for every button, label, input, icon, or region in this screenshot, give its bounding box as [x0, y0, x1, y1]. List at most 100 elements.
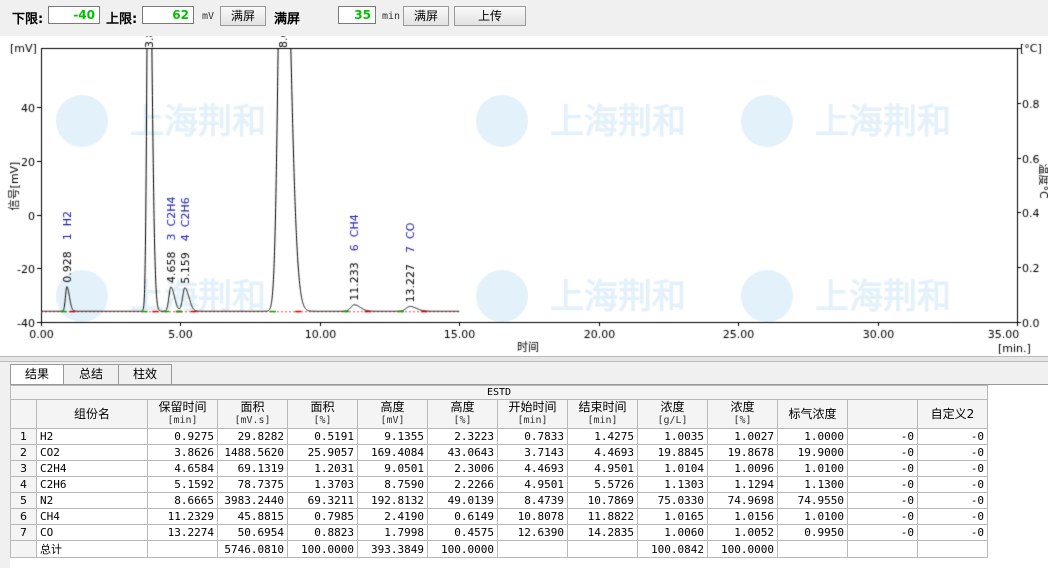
table-cell[interactable]: 1.0052 — [707, 524, 778, 541]
table-cell[interactable]: 1.0104 — [637, 460, 708, 477]
table-cell[interactable]: 1.0060 — [637, 524, 708, 541]
table-cell[interactable]: 25.9057 — [287, 444, 358, 461]
component-name-cell[interactable]: CO2 — [36, 444, 148, 461]
table-cell[interactable]: 43.0643 — [427, 444, 498, 461]
fullscreen-x-button[interactable]: 满屏 — [403, 6, 449, 26]
table-cell[interactable]: -0 — [917, 524, 988, 541]
table-cell[interactable]: 10.8078 — [497, 508, 568, 525]
table-cell[interactable]: 0.7833 — [497, 428, 568, 445]
upper-limit-input[interactable]: 62 — [142, 6, 194, 24]
total-cell[interactable]: 100.0000 — [427, 540, 498, 558]
table-cell[interactable]: 0.4575 — [427, 524, 498, 541]
table-cell[interactable]: 11.2329 — [147, 508, 218, 525]
chromatogram-chart[interactable] — [0, 36, 1048, 356]
column-header[interactable]: 组份名 — [36, 399, 148, 429]
table-cell[interactable]: 12.6390 — [497, 524, 568, 541]
table-cell[interactable]: 29.8282 — [217, 428, 288, 445]
table-cell[interactable]: -0 — [847, 524, 918, 541]
table-cell[interactable]: -0 — [847, 444, 918, 461]
table-cell[interactable]: 4.4693 — [497, 460, 568, 477]
table-cell[interactable]: 1.0027 — [707, 428, 778, 445]
table-cell[interactable]: -0 — [917, 460, 988, 477]
table-cell[interactable]: 2.3006 — [427, 460, 498, 477]
column-header[interactable]: 高度 [mV] — [357, 399, 428, 429]
total-cell[interactable]: 100.0000 — [287, 540, 358, 558]
table-cell[interactable]: 8.4739 — [497, 492, 568, 509]
table-cell[interactable]: 0.9275 — [147, 428, 218, 445]
table-cell[interactable]: 3983.2440 — [217, 492, 288, 509]
table-row[interactable]: 6 CH4 11.2329 45.8815 0.7985 2.4190 0.6149 10.8… — [10, 508, 988, 525]
table-cell[interactable]: 50.6954 — [217, 524, 288, 541]
table-cell[interactable]: 78.7375 — [217, 476, 288, 493]
table-cell[interactable]: 1.7998 — [357, 524, 428, 541]
component-name-cell[interactable]: C2H6 — [36, 476, 148, 493]
total-cell[interactable] — [917, 540, 988, 558]
table-cell[interactable]: 4.6584 — [147, 460, 218, 477]
column-header[interactable]: 面积 [mV.s] — [217, 399, 288, 429]
column-header[interactable]: 浓度 [g/L] — [637, 399, 708, 429]
table-cell[interactable]: 192.8132 — [357, 492, 428, 509]
column-header[interactable]: 保留时间 [min] — [147, 399, 218, 429]
table-cell[interactable]: 0.9950 — [777, 524, 848, 541]
table-row[interactable]: 5 N2 8.6665 3983.2440 69.3211 192.8132 49.0139… — [10, 492, 988, 509]
table-cell[interactable]: -0 — [917, 508, 988, 525]
total-cell[interactable] — [497, 540, 568, 558]
table-cell[interactable]: 3.8626 — [147, 444, 218, 461]
total-label[interactable]: 总计 — [36, 540, 148, 558]
table-cell[interactable]: 69.1319 — [217, 460, 288, 477]
component-name-cell[interactable]: CO — [36, 524, 148, 541]
table-cell[interactable]: 1.1303 — [637, 476, 708, 493]
component-name-cell[interactable]: N2 — [36, 492, 148, 509]
table-cell[interactable]: -0 — [847, 492, 918, 509]
tab-results[interactable]: 结果 — [10, 364, 64, 386]
table-cell[interactable]: 1488.5620 — [217, 444, 288, 461]
table-cell[interactable]: 4.9501 — [497, 476, 568, 493]
table-cell[interactable]: 2.3223 — [427, 428, 498, 445]
total-cell[interactable] — [847, 540, 918, 558]
table-cell[interactable]: 8.6665 — [147, 492, 218, 509]
total-cell[interactable]: 5746.0810 — [217, 540, 288, 558]
component-name-cell[interactable]: C2H4 — [36, 460, 148, 477]
table-cell[interactable]: 1.0096 — [707, 460, 778, 477]
table-cell[interactable]: 0.6149 — [427, 508, 498, 525]
table-cell[interactable]: 2.4190 — [357, 508, 428, 525]
chromatogram-canvas[interactable] — [0, 36, 1048, 356]
table-row[interactable]: 4 C2H6 5.1592 78.7375 1.3703 8.7590 2.2266 4.95… — [10, 476, 988, 493]
tab-column-efficiency[interactable]: 柱效 — [118, 364, 172, 385]
table-cell[interactable]: 0.5191 — [287, 428, 358, 445]
table-cell[interactable]: -0 — [917, 444, 988, 461]
column-header[interactable] — [847, 399, 918, 429]
table-cell[interactable]: 169.4084 — [357, 444, 428, 461]
total-cell[interactable]: 100.0000 — [707, 540, 778, 558]
pane-splitter[interactable] — [0, 356, 1048, 362]
table-cell[interactable]: 69.3211 — [287, 492, 358, 509]
upload-button[interactable]: 上传 — [454, 6, 526, 26]
table-cell[interactable]: 19.9000 — [777, 444, 848, 461]
table-cell[interactable]: 1.0100 — [777, 460, 848, 477]
column-header[interactable]: 标气浓度 — [777, 399, 848, 429]
table-cell[interactable]: 1.0165 — [637, 508, 708, 525]
table-cell[interactable]: 4.9501 — [567, 460, 638, 477]
fullscreen-y-button[interactable]: 满屏 — [220, 6, 266, 26]
table-row[interactable]: 7 CO 13.2274 50.6954 0.8823 1.7998 0.4575 12.63… — [10, 524, 988, 541]
table-cell[interactable]: -0 — [847, 476, 918, 493]
table-cell[interactable]: 1.1294 — [707, 476, 778, 493]
table-cell[interactable]: 19.8845 — [637, 444, 708, 461]
table-cell[interactable]: 9.1355 — [357, 428, 428, 445]
table-cell[interactable]: 74.9698 — [707, 492, 778, 509]
table-cell[interactable]: 3.7143 — [497, 444, 568, 461]
table-cell[interactable]: 9.0501 — [357, 460, 428, 477]
table-cell[interactable]: 10.7869 — [567, 492, 638, 509]
table-cell[interactable]: -0 — [917, 428, 988, 445]
table-cell[interactable]: 0.7985 — [287, 508, 358, 525]
table-cell[interactable]: 5.1592 — [147, 476, 218, 493]
table-cell[interactable]: 1.0100 — [777, 508, 848, 525]
total-row[interactable]: 总计 5746.0810 100.0000 393.3849 100.0000 100.0… — [10, 540, 988, 558]
table-cell[interactable]: -0 — [847, 508, 918, 525]
table-cell[interactable]: 19.8678 — [707, 444, 778, 461]
table-cell[interactable]: 2.2266 — [427, 476, 498, 493]
column-header[interactable]: 结束时间 [min] — [567, 399, 638, 429]
column-header[interactable]: 开始时间 [min] — [497, 399, 568, 429]
column-header[interactable]: 自定义2 — [917, 399, 988, 429]
table-cell[interactable]: 75.0330 — [637, 492, 708, 509]
